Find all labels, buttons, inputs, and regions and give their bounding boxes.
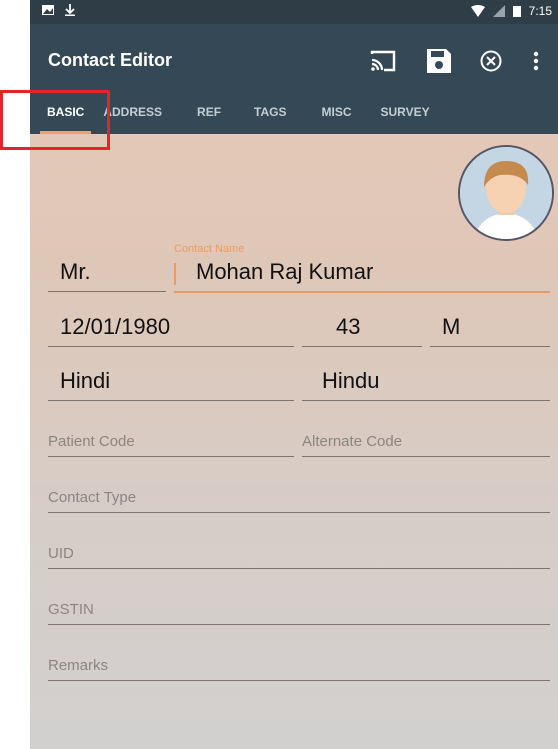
cast-button[interactable] [368, 46, 398, 76]
download-icon [65, 4, 75, 16]
age-field[interactable]: 43 [302, 310, 422, 347]
dob-value: 12/01/1980 [60, 314, 171, 339]
contact-name-value: Mohan Raj Kumar [196, 259, 374, 284]
text-cursor [174, 263, 176, 285]
gstin-placeholder: GSTIN [48, 601, 94, 618]
status-bar: 7:15 [30, 0, 558, 24]
gstin-field[interactable]: GSTIN [48, 588, 550, 625]
tab-ref[interactable]: REF [179, 90, 238, 134]
age-value: 43 [336, 314, 361, 339]
signal-icon [492, 5, 505, 17]
overflow-menu-button[interactable] [526, 46, 546, 76]
contact-name-field[interactable]: Mohan Raj Kumar [174, 255, 550, 293]
wifi-icon [470, 5, 485, 17]
remarks-field[interactable]: Remarks [48, 644, 550, 681]
salutation-field[interactable]: Mr. [48, 255, 166, 292]
alternate-code-field[interactable]: Alternate Code [302, 420, 550, 457]
tab-survey[interactable]: SURVEY [368, 90, 446, 134]
battery-icon [512, 6, 521, 17]
page-title: Contact Editor [48, 50, 172, 70]
person-avatar-icon [460, 147, 552, 239]
religion-field[interactable]: Hindu [302, 364, 550, 401]
close-circle-icon [480, 50, 502, 72]
save-button[interactable] [424, 46, 454, 76]
remarks-placeholder: Remarks [48, 657, 109, 674]
gender-value: M [442, 314, 461, 339]
cast-icon [370, 50, 396, 72]
contact-type-placeholder: Contact Type [48, 489, 137, 506]
contact-type-field[interactable]: Contact Type [48, 476, 550, 513]
salutation-value: Mr. [60, 259, 91, 284]
status-time: 7:15 [528, 4, 552, 18]
more-vert-icon [533, 51, 539, 71]
patient-code-field[interactable]: Patient Code [48, 420, 294, 457]
gender-field[interactable]: M [430, 310, 550, 347]
dob-field[interactable]: 12/01/1980 [48, 310, 294, 347]
patient-code-placeholder: Patient Code [48, 433, 135, 450]
uid-placeholder: UID [48, 545, 74, 562]
image-notification-icon [42, 5, 54, 15]
religion-value: Hindu [322, 368, 380, 393]
alternate-code-placeholder: Alternate Code [302, 433, 403, 450]
uid-field[interactable]: UID [48, 532, 550, 569]
save-icon [427, 49, 451, 73]
close-button[interactable] [476, 46, 506, 76]
tab-address[interactable]: ADDRESS [101, 90, 179, 134]
contact-avatar[interactable] [458, 145, 554, 241]
app-toolbar: Contact Editor [30, 24, 558, 90]
tab-tags[interactable]: TAGS [238, 90, 303, 134]
contact-name-label: Contact Name [174, 243, 245, 255]
tab-misc[interactable]: MISC [303, 90, 368, 134]
language-value: Hindi [60, 368, 111, 393]
language-field[interactable]: Hindi [48, 364, 294, 401]
highlight-annotation [0, 90, 110, 150]
